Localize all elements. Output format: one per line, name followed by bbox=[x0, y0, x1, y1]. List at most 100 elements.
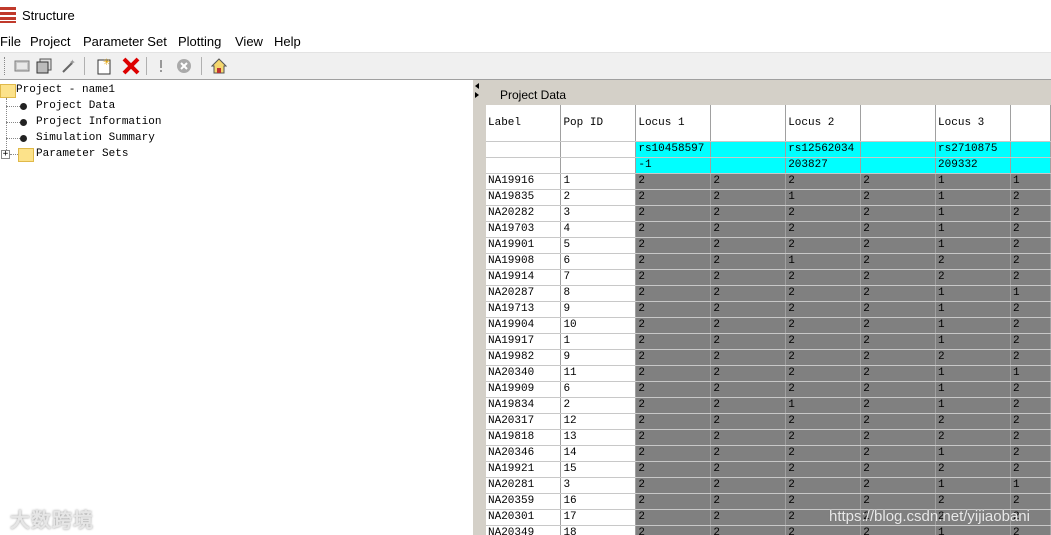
table-row[interactable]: NA19921 15 2 2 2 2 2 2 bbox=[486, 461, 1051, 478]
genotype-cell[interactable]: 2 bbox=[710, 285, 787, 302]
genotype-cell[interactable]: 1 bbox=[935, 317, 1012, 334]
table-row[interactable]: NA19904 10 2 2 2 2 1 2 bbox=[486, 317, 1051, 334]
genotype-cell[interactable]: 2 bbox=[635, 253, 712, 270]
menu-parameter-set[interactable]: Parameter Set bbox=[83, 34, 167, 49]
genotype-cell[interactable]: 2 bbox=[710, 493, 787, 510]
genotype-cell[interactable]: 1 bbox=[1010, 365, 1051, 382]
genotype-cell[interactable]: 1 bbox=[935, 333, 1012, 350]
genotype-cell[interactable]: 2 bbox=[1010, 349, 1051, 366]
stop-icon[interactable] bbox=[174, 56, 194, 76]
column-header[interactable] bbox=[710, 105, 787, 142]
genotype-cell[interactable]: 1 bbox=[935, 173, 1012, 190]
snp-id-cell[interactable] bbox=[560, 141, 637, 158]
genotype-cell[interactable]: 2 bbox=[1010, 445, 1051, 462]
pop-id-cell[interactable]: 12 bbox=[560, 413, 637, 430]
table-row[interactable]: NA19917 1 2 2 2 2 1 2 bbox=[486, 333, 1051, 350]
sample-label-cell[interactable]: NA19904 bbox=[486, 317, 562, 334]
position-cell[interactable] bbox=[486, 157, 562, 174]
column-header[interactable]: Locus 1 bbox=[635, 105, 712, 142]
genotype-cell[interactable]: 2 bbox=[785, 461, 862, 478]
genotype-cell[interactable]: 2 bbox=[710, 237, 787, 254]
genotype-cell[interactable]: 2 bbox=[710, 173, 787, 190]
sample-label-cell[interactable]: NA19914 bbox=[486, 269, 562, 286]
position-cell[interactable]: -1 bbox=[635, 157, 712, 174]
genotype-cell[interactable]: 2 bbox=[710, 429, 787, 446]
table-row[interactable]: NA19914 7 2 2 2 2 2 2 bbox=[486, 269, 1051, 286]
genotype-cell[interactable]: 2 bbox=[710, 445, 787, 462]
genotype-cell[interactable]: 2 bbox=[860, 429, 937, 446]
sample-label-cell[interactable]: NA19834 bbox=[486, 397, 562, 414]
pop-id-cell[interactable]: 1 bbox=[560, 333, 637, 350]
table-row[interactable]: NA20317 12 2 2 2 2 2 2 bbox=[486, 413, 1051, 430]
snp-id-row[interactable]: rs10458597 rs12562034 rs2710875 bbox=[486, 141, 1051, 158]
pop-id-cell[interactable]: 17 bbox=[560, 509, 637, 526]
snp-id-cell[interactable] bbox=[860, 141, 937, 158]
genotype-cell[interactable]: 2 bbox=[860, 205, 937, 222]
genotype-cell[interactable]: 2 bbox=[860, 173, 937, 190]
genotype-cell[interactable]: 2 bbox=[635, 333, 712, 350]
sample-label-cell[interactable]: NA20287 bbox=[486, 285, 562, 302]
column-header[interactable]: Pop ID bbox=[560, 105, 637, 142]
wizard-icon[interactable]: ✦ bbox=[58, 56, 78, 76]
genotype-cell[interactable]: 1 bbox=[935, 189, 1012, 206]
snp-id-cell[interactable]: rs12562034 bbox=[785, 141, 862, 158]
tree-item-project-data[interactable]: Project Data bbox=[36, 98, 115, 114]
genotype-cell[interactable]: 2 bbox=[1010, 333, 1051, 350]
genotype-cell[interactable]: 2 bbox=[860, 301, 937, 318]
position-cell[interactable] bbox=[1010, 157, 1051, 174]
pop-id-cell[interactable]: 9 bbox=[560, 301, 637, 318]
collapse-right-icon[interactable] bbox=[475, 92, 479, 98]
genotype-cell[interactable]: 2 bbox=[860, 285, 937, 302]
genotype-cell[interactable]: 2 bbox=[785, 285, 862, 302]
table-row[interactable]: NA19916 1 2 2 2 2 1 1 bbox=[486, 173, 1051, 190]
genotype-cell[interactable]: 2 bbox=[785, 269, 862, 286]
pop-id-cell[interactable]: 6 bbox=[560, 253, 637, 270]
genotype-cell[interactable]: 2 bbox=[785, 349, 862, 366]
genotype-cell[interactable]: 1 bbox=[935, 525, 1012, 535]
genotype-cell[interactable]: 2 bbox=[860, 477, 937, 494]
save-project-icon[interactable] bbox=[34, 56, 54, 76]
pop-id-cell[interactable]: 16 bbox=[560, 493, 637, 510]
genotype-cell[interactable]: 2 bbox=[785, 429, 862, 446]
genotype-cell[interactable]: 2 bbox=[1010, 221, 1051, 238]
table-row[interactable]: NA20282 3 2 2 2 2 1 2 bbox=[486, 205, 1051, 222]
genotype-cell[interactable]: 1 bbox=[935, 285, 1012, 302]
genotype-cell[interactable]: 2 bbox=[710, 253, 787, 270]
sample-label-cell[interactable]: NA20317 bbox=[486, 413, 562, 430]
tree-item-project-information[interactable]: Project Information bbox=[36, 114, 161, 130]
tree-project-root[interactable]: Project - name1 bbox=[16, 82, 115, 98]
pop-id-cell[interactable]: 3 bbox=[560, 477, 637, 494]
menu-project[interactable]: Project bbox=[30, 34, 70, 49]
menu-view[interactable]: View bbox=[235, 34, 263, 49]
genotype-cell[interactable]: 2 bbox=[935, 269, 1012, 286]
expand-plus-icon[interactable]: + bbox=[1, 150, 10, 159]
menu-file[interactable]: File bbox=[0, 34, 21, 49]
pop-id-cell[interactable]: 5 bbox=[560, 237, 637, 254]
genotype-cell[interactable]: 2 bbox=[860, 269, 937, 286]
genotype-cell[interactable]: 1 bbox=[935, 205, 1012, 222]
sample-label-cell[interactable]: NA19917 bbox=[486, 333, 562, 350]
genotype-cell[interactable]: 2 bbox=[635, 205, 712, 222]
sample-label-cell[interactable]: NA19908 bbox=[486, 253, 562, 270]
grid-header-row[interactable]: Label Pop ID Locus 1 Locus 2 Locus 3 bbox=[486, 105, 1051, 142]
genotype-cell[interactable]: 2 bbox=[1010, 189, 1051, 206]
genotype-cell[interactable]: 2 bbox=[860, 317, 937, 334]
open-project-icon[interactable] bbox=[12, 56, 32, 76]
genotype-cell[interactable]: 1 bbox=[1010, 285, 1051, 302]
genotype-cell[interactable]: 2 bbox=[1010, 317, 1051, 334]
genotype-cell[interactable]: 2 bbox=[710, 477, 787, 494]
genotype-cell[interactable]: 2 bbox=[785, 301, 862, 318]
genotype-cell[interactable]: 2 bbox=[1010, 413, 1051, 430]
column-header[interactable]: Locus 2 bbox=[785, 105, 862, 142]
genotype-cell[interactable]: 2 bbox=[785, 477, 862, 494]
genotype-cell[interactable]: 2 bbox=[1010, 253, 1051, 270]
sample-label-cell[interactable]: NA19982 bbox=[486, 349, 562, 366]
genotype-cell[interactable]: 2 bbox=[635, 301, 712, 318]
genotype-cell[interactable]: 1 bbox=[1010, 477, 1051, 494]
genotype-cell[interactable]: 1 bbox=[935, 445, 1012, 462]
menu-help[interactable]: Help bbox=[274, 34, 301, 49]
home-icon[interactable] bbox=[209, 56, 229, 76]
genotype-cell[interactable]: 2 bbox=[635, 509, 712, 526]
pop-id-cell[interactable]: 2 bbox=[560, 189, 637, 206]
sample-label-cell[interactable]: NA19916 bbox=[486, 173, 562, 190]
